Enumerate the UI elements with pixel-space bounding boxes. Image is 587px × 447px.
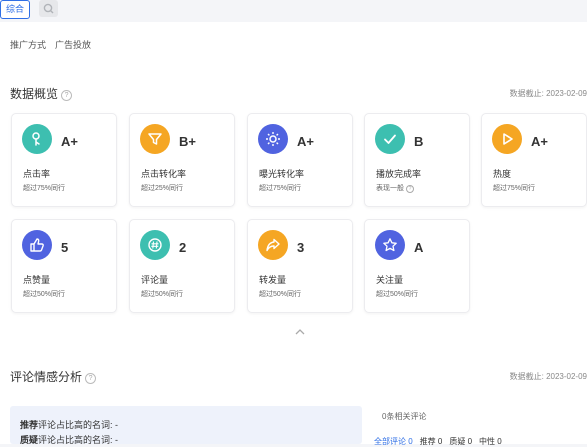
share-icon [258, 230, 288, 260]
sun-icon [258, 124, 288, 154]
sentiment-date: 数据截止: 2023-02-09 [509, 372, 587, 381]
metric-sub: 超过25%同行 [141, 185, 184, 192]
star-icon [375, 230, 405, 260]
metric-label: 评论量 [141, 275, 169, 285]
touch-icon [22, 124, 52, 154]
help-icon[interactable]: ? [405, 185, 414, 193]
breadcrumb-label: 推广方式 [10, 40, 47, 50]
related-comment-count: 0条相关评论 [382, 412, 427, 421]
breadcrumb-value: 广告投放 [55, 40, 92, 50]
comment-filter-tabs: 全部评论 0 推荐 0 质疑 0 中性 0 [374, 436, 509, 447]
collapse-button[interactable] [295, 322, 305, 340]
metric-grade: 2 [179, 240, 187, 255]
metric-card-comments[interactable]: 2 评论量 超过50%同行 [129, 219, 235, 313]
recommend-line: 推荐评论占比高的名词: - [20, 418, 118, 431]
metric-sub: 超过75%同行 [493, 185, 536, 192]
metric-sub: 超过50%同行 [259, 291, 302, 298]
metric-label: 热度 [493, 169, 512, 179]
metric-grade: A+ [531, 134, 548, 149]
top-tab-strip: 综合 [0, 0, 587, 22]
metric-grade: 5 [61, 240, 69, 255]
metric-card-shares[interactable]: 3 转发量 超过50%同行 [247, 219, 353, 313]
metric-sub: 超过75%同行 [259, 185, 302, 192]
metric-label: 关注量 [376, 275, 404, 285]
metric-label: 点击转化率 [141, 169, 187, 179]
filter-recommend[interactable]: 推荐 0 [420, 437, 443, 446]
check-icon [375, 124, 405, 154]
metric-sub-text: 表现一般 [376, 185, 404, 192]
filter-neutral[interactable]: 中性 0 [479, 437, 502, 446]
metric-label: 转发量 [259, 275, 287, 285]
metric-label: 曝光转化率 [259, 169, 305, 179]
sentiment-summary: 推荐评论占比高的名词: - 质疑评论占比高的名词: - [10, 406, 362, 446]
sentiment-title: 评论情感分析? [10, 368, 97, 385]
overview-title-text: 数据概览 [10, 87, 59, 101]
metric-card-heat[interactable]: A+ 热度 超过75%同行 [481, 113, 587, 207]
recommend-label: 推荐 [20, 420, 39, 430]
metric-label: 点赞量 [23, 275, 51, 285]
overview-title: 数据概览? [10, 85, 73, 102]
metric-sub: 表现一般 ? [376, 183, 414, 193]
play-icon [492, 124, 522, 154]
filter-all[interactable]: 全部评论 0 [374, 437, 413, 446]
metric-grade: A [414, 240, 424, 255]
chevron-up-icon [295, 329, 305, 335]
metric-card-click-conversion[interactable]: B+ 点击转化率 超过25%同行 [129, 113, 235, 207]
breadcrumb: 推广方式 广告投放 [10, 38, 91, 51]
metric-card-completion-rate[interactable]: B 播放完成率 表现一般 ? [364, 113, 470, 207]
thumbs-up-icon [22, 230, 52, 260]
metric-sub: 超过75%同行 [23, 185, 66, 192]
metric-sub: 超过50%同行 [141, 291, 184, 298]
metric-grade: A+ [61, 134, 78, 149]
doubt-line: 质疑评论占比高的名词: - [20, 433, 118, 446]
metric-grade: B+ [179, 134, 196, 149]
search-icon [43, 3, 54, 14]
funnel-icon [140, 124, 170, 154]
metric-card-follows[interactable]: A 关注量 超过50%同行 [364, 219, 470, 313]
comment-hash-icon [140, 230, 170, 260]
metric-grade: A+ [297, 134, 314, 149]
filter-doubt[interactable]: 质疑 0 [449, 437, 472, 446]
metric-sub: 超过50%同行 [376, 291, 419, 298]
metric-card-exposure-conversion[interactable]: A+ 曝光转化率 超过75%同行 [247, 113, 353, 207]
metric-card-ctr[interactable]: A+ 点击率 超过75%同行 [11, 113, 117, 207]
help-icon[interactable]: ? [61, 90, 73, 101]
metric-label: 点击率 [23, 169, 51, 179]
metric-grade: B [414, 134, 424, 149]
recommend-text: 评论占比高的名词: - [38, 420, 119, 430]
metric-sub: 超过50%同行 [23, 291, 66, 298]
metric-card-likes[interactable]: 5 点赞量 超过50%同行 [11, 219, 117, 313]
sentiment-title-text: 评论情感分析 [10, 370, 83, 384]
tab-general[interactable]: 综合 [0, 0, 30, 19]
overview-date: 数据截止: 2023-02-09 [509, 89, 587, 98]
search-tab[interactable] [39, 0, 58, 17]
metric-grade: 3 [297, 240, 305, 255]
help-icon[interactable]: ? [85, 373, 97, 384]
metric-label: 播放完成率 [376, 169, 422, 179]
